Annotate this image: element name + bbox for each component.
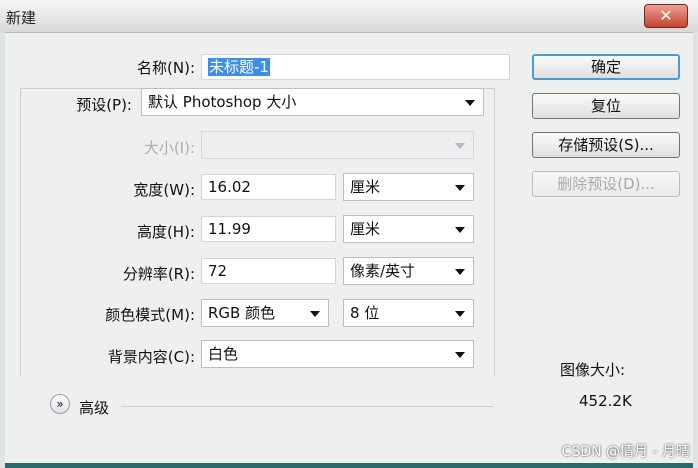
advanced-label: 高级 <box>79 399 110 417</box>
ok-button[interactable]: 确定 <box>532 54 680 80</box>
background-label: 背景内容(C): <box>107 348 195 366</box>
size-select[interactable] <box>201 131 474 159</box>
close-icon[interactable]: ✕ <box>644 4 688 28</box>
resolution-unit-select[interactable]: 像素/英寸 <box>343 257 474 285</box>
chevron-down-icon <box>455 311 465 317</box>
watermark-text: CSDN @情月 - 月晴 <box>561 444 690 460</box>
chevron-down-icon <box>455 143 465 149</box>
bit-depth-value: 8 位 <box>350 304 380 322</box>
chevron-down-icon <box>455 227 465 233</box>
resolution-label: 分辨率(R): <box>122 265 195 283</box>
name-label: 名称(N): <box>137 59 195 77</box>
width-unit-select[interactable]: 厘米 <box>343 173 474 201</box>
title-bar: 新建 ✕ <box>0 0 698 33</box>
window-frame-right <box>693 32 698 468</box>
preset-label: 预设(P): <box>76 96 132 114</box>
image-size-value: 452.2K <box>579 392 632 410</box>
reset-button[interactable]: 复位 <box>532 93 680 119</box>
preset-select-value: 默认 Photoshop 大小 <box>148 93 297 111</box>
color-mode-value: RGB 颜色 <box>208 304 276 322</box>
color-mode-select[interactable]: RGB 颜色 <box>201 299 329 327</box>
size-label: 大小(I): <box>143 139 195 157</box>
height-input[interactable]: 11.99 <box>201 216 336 242</box>
bit-depth-select[interactable]: 8 位 <box>343 299 474 327</box>
name-input-value: 未标题-1 <box>208 58 270 76</box>
double-chevron-down-icon[interactable]: » <box>50 394 70 414</box>
save-preset-button[interactable]: 存储预设(S)... <box>532 132 680 158</box>
advanced-divider <box>121 406 493 407</box>
chevron-down-icon <box>310 311 320 317</box>
image-size-label: 图像大小: <box>560 361 626 379</box>
chevron-down-icon <box>455 269 465 275</box>
width-unit-value: 厘米 <box>350 178 381 196</box>
background-select[interactable]: 白色 <box>201 340 474 368</box>
resolution-unit-value: 像素/英寸 <box>350 262 416 280</box>
chevron-down-icon <box>455 185 465 191</box>
color-mode-label: 颜色模式(M): <box>105 306 195 324</box>
chevron-down-icon <box>465 100 475 106</box>
height-unit-select[interactable]: 厘米 <box>343 215 474 243</box>
name-input[interactable]: 未标题-1 <box>201 54 510 80</box>
preset-select[interactable]: 默认 Photoshop 大小 <box>141 88 484 116</box>
chevron-down-icon <box>455 352 465 358</box>
width-label: 宽度(W): <box>133 181 195 199</box>
background-value: 白色 <box>208 345 239 363</box>
height-label: 高度(H): <box>136 223 195 241</box>
width-input[interactable]: 16.02 <box>201 174 336 200</box>
delete-preset-button[interactable]: 删除预设(D)... <box>532 171 680 197</box>
height-unit-value: 厘米 <box>350 220 381 238</box>
resolution-input[interactable]: 72 <box>201 258 336 284</box>
window-title: 新建 <box>6 9 37 27</box>
